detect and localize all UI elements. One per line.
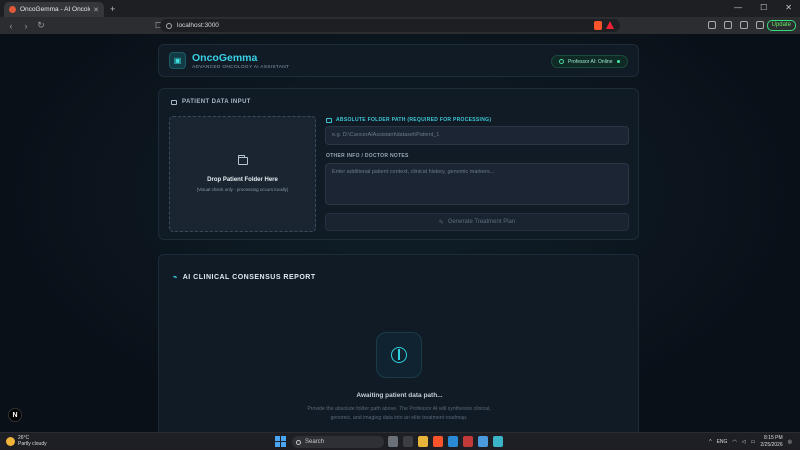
- app-header: ▣ OncoGemma ADVANCED ONCOLOGY AI ASSISTA…: [158, 44, 639, 77]
- forward-icon[interactable]: ›: [22, 21, 30, 31]
- app-logo-icon: ▣: [169, 52, 186, 69]
- wallet-icon[interactable]: [740, 21, 748, 29]
- close-tab-icon[interactable]: ✕: [93, 6, 99, 14]
- vpn-icon[interactable]: [756, 21, 764, 29]
- update-button[interactable]: Update: [766, 20, 796, 31]
- brain-icon: [391, 347, 407, 363]
- clipboard-icon: [171, 99, 177, 105]
- taskbar: 26°C Partly cloudy Search ^ ENG ◠ ◁ ▭ 8:…: [0, 432, 800, 450]
- path-label: ABSOLUTE FOLDER PATH (REQUIRED FOR PROCE…: [326, 117, 491, 123]
- generate-plan-label: Generate Treatment Plan: [447, 219, 516, 225]
- tab-title: OncoGemma - AI Oncology Assi: [20, 6, 90, 13]
- report-title-text: AI CLINICAL CONSENSUS REPORT: [182, 273, 316, 281]
- new-tab-button[interactable]: +: [110, 4, 115, 14]
- clock[interactable]: 8:15 PM 2/25/2026: [760, 435, 782, 448]
- app-icon[interactable]: [463, 436, 473, 447]
- brave-browser-icon[interactable]: [433, 436, 443, 447]
- clock-date: 2/25/2026: [760, 441, 783, 448]
- photos-icon[interactable]: [478, 436, 488, 447]
- maximize-icon[interactable]: ☐: [760, 3, 767, 12]
- awaiting-title: Awaiting patient data path...: [356, 392, 443, 399]
- folder-dropzone[interactable]: Drop Patient Folder Here (Visual check o…: [169, 116, 316, 232]
- input-section-title-text: PATIENT DATA INPUT: [182, 99, 251, 105]
- app-page: ▣ OncoGemma ADVANCED ONCOLOGY AI ASSISTA…: [0, 34, 800, 432]
- vscode-icon[interactable]: [448, 436, 458, 447]
- sidebar-icon[interactable]: [708, 21, 716, 29]
- back-icon[interactable]: ‹: [7, 21, 15, 31]
- online-dot-icon: [616, 59, 620, 64]
- app-name: OncoGemma: [192, 51, 258, 64]
- taskbar-apps: [388, 436, 503, 447]
- path-label-text: ABSOLUTE FOLDER PATH (REQUIRED FOR PROCE…: [336, 117, 492, 123]
- system-tray: ^ ENG ◠ ◁ ▭ 8:15 PM 2/25/2026 ◎: [709, 435, 792, 448]
- browser-tab[interactable]: OncoGemma - AI Oncology Assi ✕: [4, 2, 104, 17]
- brave-shields-icon[interactable]: [594, 21, 602, 30]
- task-view-icon[interactable]: [388, 436, 398, 447]
- folder-path-input[interactable]: e.g. D:\CancerAIAssistant\dataset\Patien…: [325, 126, 629, 145]
- notes-label: OTHER INFO / DOCTOR NOTES: [326, 153, 409, 159]
- weather-desc: Partly cloudy: [18, 441, 47, 447]
- search-label: Search: [305, 439, 325, 445]
- brain-icon-box: [376, 332, 422, 378]
- status-text: Professor AI: Online: [568, 58, 613, 65]
- battery-icon[interactable]: ▭: [751, 439, 756, 445]
- extensions-area: [708, 21, 764, 29]
- app-subtitle: ADVANCED ONCOLOGY AI ASSISTANT: [192, 64, 290, 70]
- url-text: localhost:3000: [177, 22, 219, 29]
- report-title: ⌁ AI CLINICAL CONSENSUS REPORT: [173, 273, 316, 282]
- file-explorer-icon[interactable]: [418, 436, 428, 447]
- weather-icon: [6, 436, 15, 446]
- search-icon: [296, 439, 301, 445]
- awaiting-description: Provide the absolute folder path above. …: [307, 406, 491, 421]
- start-button[interactable]: [275, 436, 286, 447]
- taskbar-search[interactable]: Search: [292, 436, 384, 448]
- volume-icon[interactable]: ◁: [742, 439, 746, 445]
- terminal-icon[interactable]: [403, 436, 413, 447]
- patient-input-card: PATIENT DATA INPUT Drop Patient Folder H…: [158, 88, 639, 240]
- extension-icon[interactable]: [724, 21, 732, 29]
- weather-widget[interactable]: 26°C Partly cloudy: [6, 435, 47, 447]
- nextjs-dev-badge[interactable]: N: [8, 408, 22, 422]
- tab-favicon-icon: [9, 6, 16, 13]
- brave-rewards-icon[interactable]: [606, 21, 614, 29]
- input-section-title: PATIENT DATA INPUT: [171, 99, 251, 105]
- wifi-icon[interactable]: ◠: [732, 439, 736, 445]
- site-info-icon[interactable]: [166, 22, 172, 29]
- notifications-icon[interactable]: ◎: [788, 439, 792, 445]
- sparkle-icon: ✎: [438, 219, 444, 226]
- dropzone-subtitle: (Visual check only - processing occurs l…: [196, 186, 289, 192]
- minimize-icon[interactable]: —: [734, 3, 742, 12]
- drive-icon: [326, 117, 332, 123]
- address-bar[interactable]: localhost:3000: [160, 19, 620, 32]
- reload-icon[interactable]: ↻: [37, 20, 45, 31]
- folder-open-icon: [237, 154, 248, 165]
- brand: OncoGemma ADVANCED ONCOLOGY AI ASSISTANT: [192, 52, 289, 70]
- window-controls: — ☐ ✕: [734, 3, 792, 12]
- close-window-icon[interactable]: ✕: [785, 3, 792, 12]
- status-badge: Professor AI: Online: [551, 55, 628, 68]
- app2-icon[interactable]: [493, 436, 503, 447]
- doctor-notes-textarea[interactable]: Enter additional patient context, clinic…: [325, 163, 629, 205]
- tray-chevron-icon[interactable]: ^: [709, 439, 711, 445]
- report-card: ⌁ AI CLINICAL CONSENSUS REPORT Awaiting …: [158, 254, 639, 432]
- browser-toolbar: ‹ › ↻ ☐ localhost:3000 Update: [0, 17, 800, 34]
- browser-tabbar: OncoGemma - AI Oncology Assi ✕ + — ☐ ✕: [0, 0, 800, 17]
- generate-plan-button[interactable]: ✎ Generate Treatment Plan: [325, 213, 629, 231]
- clock-time: 8:15 PM: [764, 435, 783, 441]
- dropzone-title: Drop Patient Folder Here: [207, 176, 278, 183]
- pulse-icon: ⌁: [173, 274, 178, 281]
- status-icon: [559, 59, 565, 64]
- lang-indicator[interactable]: ENG: [717, 439, 728, 445]
